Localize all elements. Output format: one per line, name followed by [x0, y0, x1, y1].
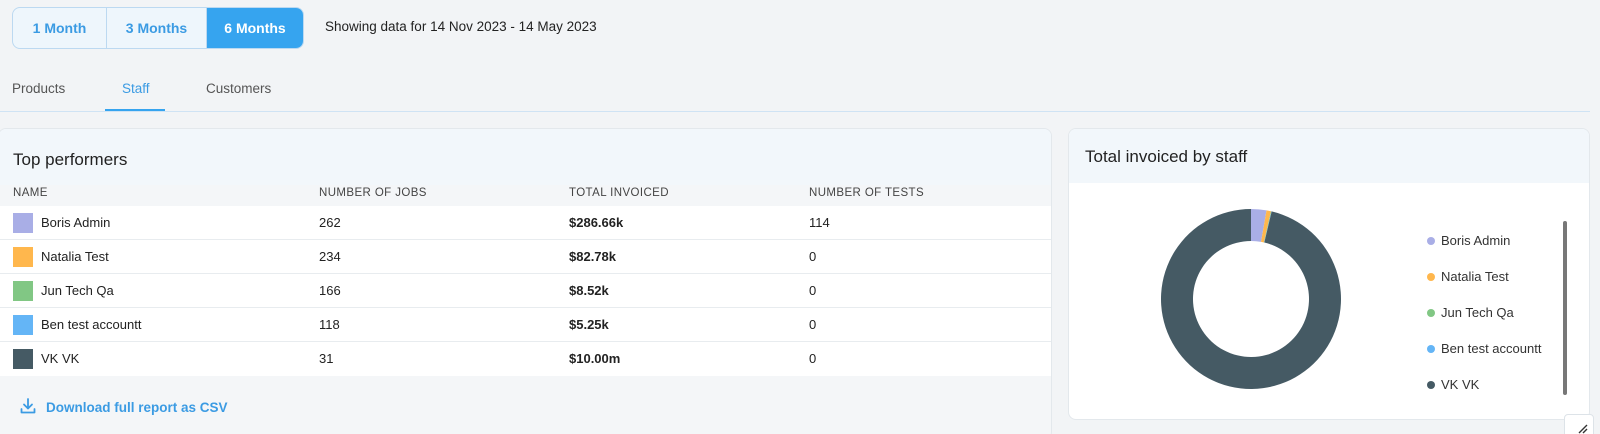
jobs-count: 262	[319, 215, 341, 230]
legend-label: Ben test accountt	[1441, 341, 1542, 356]
column-header-tests: NUMBER OF TESTS	[809, 187, 925, 199]
download-csv-label: Download full report as CSV	[46, 400, 228, 415]
color-swatch	[13, 349, 33, 369]
staff-name: VK VK	[41, 351, 80, 366]
table-row: Boris Admin 262 $286.66k 114	[0, 206, 1051, 240]
legend-dot	[1427, 272, 1435, 281]
column-header-jobs: NUMBER OF JOBS	[319, 187, 427, 199]
staff-invoiced-chart-card: Total invoiced by staff Boris Admin Natal…	[1068, 128, 1590, 420]
performers-table: Boris Admin 262 $286.66k 114 Natalia Tes…	[0, 206, 1051, 376]
legend-label: Boris Admin	[1441, 233, 1511, 248]
staff-name: Boris Admin	[41, 215, 111, 230]
legend-label: Jun Tech Qa	[1441, 305, 1514, 320]
legend-item[interactable]: Natalia Test	[1427, 269, 1509, 284]
staff-name: Natalia Test	[41, 249, 109, 264]
donut-chart	[1161, 209, 1341, 389]
table-row: Jun Tech Qa 166 $8.52k 0	[0, 274, 1051, 308]
total-invoiced: $82.78k	[569, 249, 616, 264]
period-3-months-button[interactable]: 3 Months	[107, 8, 207, 48]
total-invoiced: $10.00m	[569, 351, 621, 366]
color-swatch	[13, 315, 33, 335]
table-row: Ben test accountt 118 $5.25k 0	[0, 308, 1051, 342]
period-1-month-button[interactable]: 1 Month	[13, 8, 107, 48]
table-row: Natalia Test 234 $82.78k 0	[0, 240, 1051, 274]
top-performers-header	[0, 129, 1051, 185]
color-swatch	[13, 281, 33, 301]
color-swatch	[13, 247, 33, 267]
jobs-count: 31	[319, 351, 334, 366]
report-tabs: Products Staff Customers	[0, 68, 1590, 112]
top-performers-title: Top performers	[13, 150, 128, 169]
legend-label: VK VK	[1441, 377, 1480, 392]
staff-name: Ben test accountt	[41, 317, 142, 332]
active-tab-indicator	[105, 109, 165, 111]
legend-dot	[1427, 344, 1435, 353]
period-6-months-button[interactable]: 6 Months	[207, 8, 303, 48]
tab-customers[interactable]: Customers	[206, 81, 271, 96]
jobs-count: 166	[319, 283, 341, 298]
download-csv-link[interactable]: Download full report as CSV	[19, 397, 228, 418]
tests-count: 114	[809, 215, 830, 230]
legend-scrollbar[interactable]	[1563, 221, 1567, 395]
tab-staff[interactable]: Staff	[122, 81, 150, 96]
legend-dot	[1427, 236, 1435, 245]
column-header-name: NAME	[13, 187, 48, 199]
legend-dot	[1427, 380, 1435, 389]
total-invoiced: $5.25k	[569, 317, 609, 332]
tests-count: 0	[809, 317, 817, 332]
legend-item[interactable]: VK VK	[1427, 377, 1479, 392]
legend-item[interactable]: Ben test accountt	[1427, 341, 1541, 356]
period-selector: 1 Month 3 Months 6 Months	[12, 7, 304, 49]
jobs-count: 234	[319, 249, 341, 264]
table-row: VK VK 31 $10.00m 0	[0, 342, 1051, 376]
legend-dot	[1427, 308, 1435, 317]
total-invoiced: $8.52k	[569, 283, 609, 298]
resize-handle[interactable]	[1564, 414, 1594, 434]
tab-products[interactable]: Products	[12, 81, 65, 96]
staff-chart-title: Total invoiced by staff	[1085, 147, 1248, 166]
column-header-invoiced: TOTAL INVOICED	[569, 187, 669, 199]
download-icon	[19, 397, 37, 418]
resize-icon	[1578, 424, 1588, 434]
total-invoiced: $286.66k	[569, 215, 624, 230]
tests-count: 0	[809, 351, 817, 366]
donut-slice-vk-vk[interactable]	[1161, 209, 1341, 389]
top-performers-card: Top performers NAME NUMBER OF JOBS TOTAL…	[0, 128, 1052, 434]
color-swatch	[13, 213, 33, 233]
legend-label: Natalia Test	[1441, 269, 1509, 284]
tests-count: 0	[809, 283, 817, 298]
tests-count: 0	[809, 249, 817, 264]
legend-item[interactable]: Boris Admin	[1427, 233, 1510, 248]
date-range-text: Showing data for 14 Nov 2023 - 14 May 20…	[325, 19, 597, 34]
legend-item[interactable]: Jun Tech Qa	[1427, 305, 1514, 320]
jobs-count: 118	[319, 317, 340, 332]
staff-name: Jun Tech Qa	[41, 283, 114, 298]
